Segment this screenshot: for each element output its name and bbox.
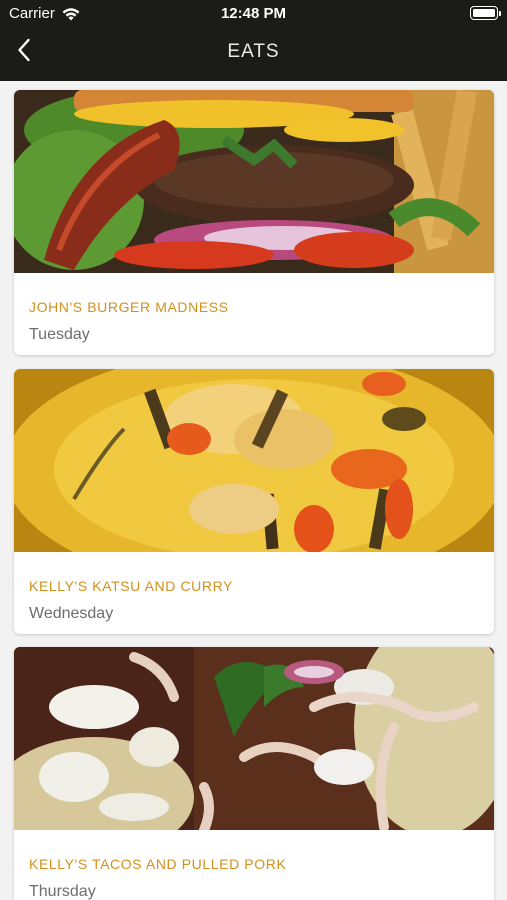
card-title: KELLY'S KATSU AND CURRY	[29, 578, 233, 594]
list-item[interactable]: KELLY'S TACOS AND PULLED PORK Thursday	[14, 647, 494, 900]
card-day: Thursday	[29, 883, 96, 900]
battery-icon	[470, 6, 501, 20]
card-title: JOHN'S BURGER MADNESS	[29, 299, 229, 315]
clock: 12:48 PM	[220, 5, 287, 22]
card-title: KELLY'S TACOS AND PULLED PORK	[29, 856, 287, 872]
burger-photo	[14, 90, 494, 273]
nav-bar: EATS	[0, 30, 507, 74]
tacos-photo	[14, 647, 494, 830]
card-day: Tuesday	[29, 326, 90, 343]
page-title: EATS	[227, 41, 280, 62]
list-item[interactable]: JOHN'S BURGER MADNESS Tuesday	[14, 90, 494, 355]
list-item[interactable]: KELLY'S KATSU AND CURRY Wednesday	[14, 369, 494, 634]
curry-photo	[14, 369, 494, 552]
header: Carrier 12:48 PM EATS	[0, 0, 507, 81]
card-day: Wednesday	[29, 605, 114, 622]
status-bar: Carrier 12:48 PM	[0, 0, 507, 28]
